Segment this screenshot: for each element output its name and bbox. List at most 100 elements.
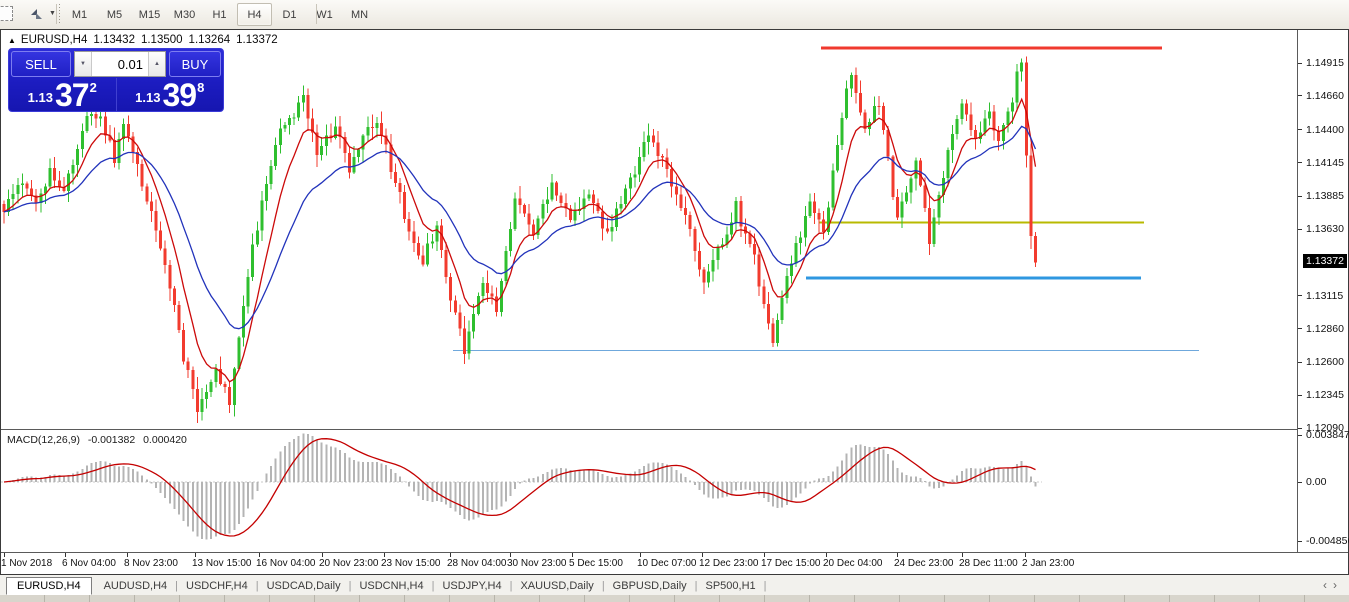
- panel-separator[interactable]: [1, 429, 1348, 430]
- time-tick-label: 28 Dec 11:00: [959, 558, 1018, 569]
- sell-button[interactable]: SELL: [11, 51, 71, 77]
- macd-main-value: -0.001382: [88, 434, 135, 446]
- time-tick-mark: [450, 553, 451, 557]
- time-tick-label: 6 Nov 04:00: [62, 558, 116, 569]
- ohlc-close: 1.13372: [236, 34, 278, 46]
- timeframe-button-mn[interactable]: MN: [342, 3, 377, 26]
- timeframe-button-d1[interactable]: D1: [272, 3, 307, 26]
- chart-tab-audusd[interactable]: AUDUSD,H4: [96, 577, 176, 595]
- time-tick-mark: [510, 553, 511, 557]
- chart-tab-eurusd[interactable]: EURUSD,H4: [6, 577, 92, 595]
- price-tick-label: 1.14400: [1306, 124, 1344, 136]
- tabs-scroll-arrows[interactable]: ‹›: [1323, 578, 1343, 592]
- price-tick-label: 1.12860: [1306, 323, 1344, 335]
- macd-tick-mark: [1298, 541, 1302, 542]
- sell-price-sup: 2: [90, 80, 97, 95]
- trade-panel-controls: SELL ▼ 0.01 ▲ BUY: [11, 51, 221, 77]
- chart-window: 1.149151.146601.144001.141451.138851.136…: [0, 29, 1349, 575]
- time-tick-label: 5 Dec 15:00: [569, 558, 623, 569]
- toolbar-separator: [316, 4, 317, 24]
- chart-tab-sp500[interactable]: SP500,H1: [698, 577, 764, 595]
- time-tick-mark: [4, 553, 5, 557]
- macd-indicator-canvas[interactable]: [1, 431, 1297, 552]
- time-tick-label: 23 Nov 15:00: [381, 558, 441, 569]
- macd-name: MACD(12,26,9): [7, 434, 80, 446]
- buy-price-big: 39: [162, 82, 196, 109]
- price-tick-label: 1.14915: [1306, 57, 1344, 69]
- macd-tick-label: 0.00: [1306, 476, 1326, 488]
- price-tick-label: 1.13630: [1306, 223, 1344, 235]
- chart-tab-usdcad[interactable]: USDCAD,Daily: [259, 577, 349, 595]
- tab-divider: |: [764, 580, 767, 595]
- tabs-scroll-left-icon[interactable]: ‹: [1323, 578, 1333, 592]
- chart-tab-usdchf[interactable]: USDCHF,H4: [178, 577, 256, 595]
- chart-tab-usdcnh[interactable]: USDCNH,H4: [351, 577, 431, 595]
- time-tick-mark: [384, 553, 385, 557]
- buy-price[interactable]: 1.13 39 8: [116, 78, 224, 111]
- toolbar: ▼ M1M5M15M30H1H4D1W1MN: [0, 0, 1349, 30]
- toolbar-grip[interactable]: [56, 4, 61, 24]
- timeframe-button-h4[interactable]: H4: [237, 3, 272, 26]
- one-click-collapse-icon[interactable]: ▲: [8, 36, 16, 45]
- tabs-scroll-right-icon[interactable]: ›: [1333, 578, 1343, 592]
- macd-tick-mark: [1298, 435, 1302, 436]
- timeframe-button-w1[interactable]: W1: [307, 3, 342, 26]
- time-tick-mark: [572, 553, 573, 557]
- time-tick-label: 24 Dec 23:00: [894, 558, 954, 569]
- time-tick-mark: [127, 553, 128, 557]
- chart-tab-xauusd[interactable]: XAUUSD,Daily: [512, 577, 601, 595]
- timeframe-button-m15[interactable]: M15: [132, 3, 167, 26]
- ohlc-low: 1.13264: [189, 34, 231, 46]
- time-tick-label: 30 Nov 23:00: [507, 558, 567, 569]
- ohlc-open: 1.13432: [93, 34, 135, 46]
- horizontal-scrollbar[interactable]: [0, 595, 1349, 602]
- ohlc-high: 1.13500: [141, 34, 183, 46]
- sell-price[interactable]: 1.13 37 2: [9, 78, 116, 111]
- price-tick-label: 1.13885: [1306, 190, 1344, 202]
- timeframe-toolbar: M1M5M15M30H1H4D1W1MN: [62, 3, 377, 25]
- volume-increase-icon[interactable]: ▲: [148, 52, 165, 76]
- time-tick-mark: [259, 553, 260, 557]
- price-tick-mark: [1298, 328, 1302, 329]
- buy-price-sup: 8: [197, 80, 204, 95]
- chart-title: ▲ EURUSD,H4 1.13432 1.13500 1.13264 1.13…: [8, 34, 278, 46]
- price-tick-mark: [1298, 295, 1302, 296]
- price-tick-mark: [1298, 362, 1302, 363]
- timeframe-button-h1[interactable]: H1: [202, 3, 237, 26]
- time-tick-mark: [65, 553, 66, 557]
- dropdown-caret-icon[interactable]: ▼: [49, 10, 56, 17]
- time-tick-label: 16 Nov 04:00: [256, 558, 316, 569]
- time-axis: 1 Nov 20186 Nov 04:008 Nov 23:0013 Nov 1…: [1, 553, 1297, 574]
- tile-windows-icon[interactable]: [27, 6, 47, 22]
- price-axis: 1.149151.146601.144001.141451.138851.136…: [1298, 30, 1348, 552]
- price-tick-mark: [1298, 428, 1302, 429]
- macd-tick-label: 0.003847: [1306, 429, 1349, 441]
- chart-tab-gbpusd[interactable]: GBPUSD,Daily: [605, 577, 695, 595]
- price-tick-mark: [1298, 196, 1302, 197]
- time-tick-mark: [962, 553, 963, 557]
- price-tick-label: 1.12345: [1306, 389, 1344, 401]
- time-tick-mark: [702, 553, 703, 557]
- price-tick-mark: [1298, 95, 1302, 96]
- chart-tab-usdjpy[interactable]: USDJPY,H4: [434, 577, 509, 595]
- price-tick-mark: [1298, 129, 1302, 130]
- timeframe-button-m1[interactable]: M1: [62, 3, 97, 26]
- one-click-trading-panel: SELL ▼ 0.01 ▲ BUY 1.13 37 2 1.13 39 8: [8, 48, 224, 112]
- price-tick-label: 1.14660: [1306, 90, 1344, 102]
- volume-decrease-icon[interactable]: ▼: [75, 52, 92, 76]
- time-tick-label: 20 Dec 04:00: [823, 558, 883, 569]
- time-tick-mark: [764, 553, 765, 557]
- current-price-tag: 1.13372: [1303, 254, 1347, 268]
- timeframe-button-m30[interactable]: M30: [167, 3, 202, 26]
- selection-tool-icon[interactable]: [0, 6, 13, 21]
- time-tick-label: 8 Nov 23:00: [124, 558, 178, 569]
- time-tick-mark: [322, 553, 323, 557]
- volume-value[interactable]: 0.01: [92, 52, 148, 76]
- buy-button[interactable]: BUY: [169, 51, 221, 77]
- sell-price-prefix: 1.13: [28, 90, 53, 105]
- time-tick-label: 1 Nov 2018: [1, 558, 52, 569]
- timeframe-button-m5[interactable]: M5: [97, 3, 132, 26]
- time-tick-label: 28 Nov 04:00: [447, 558, 507, 569]
- price-tick-mark: [1298, 63, 1302, 64]
- buy-price-prefix: 1.13: [135, 90, 160, 105]
